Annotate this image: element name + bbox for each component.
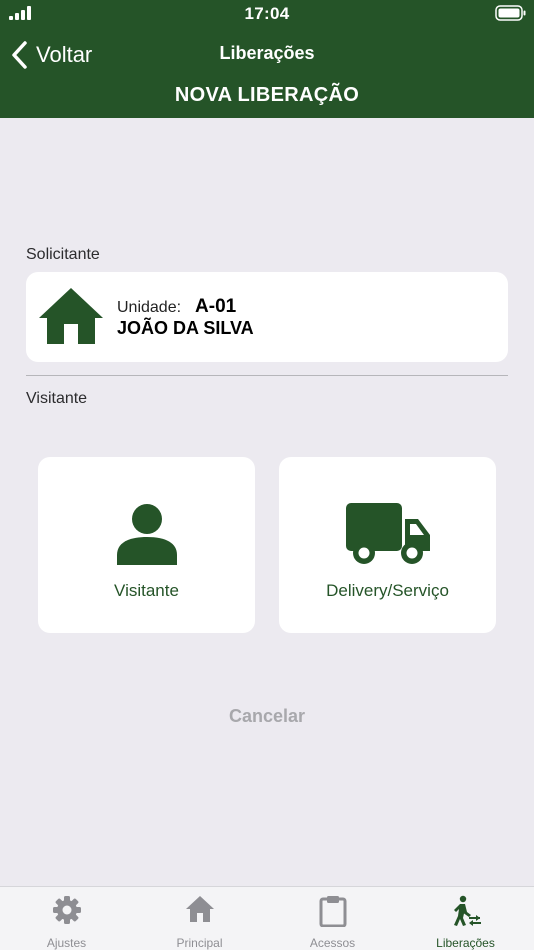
app-header: 17:04 Voltar Liberações NOVA LIBERAÇÃO (0, 0, 534, 118)
walking-person-icon (453, 895, 481, 926)
unit-line: Unidade: A-01 (117, 296, 236, 318)
tab-liberacoes[interactable]: Liberações (399, 887, 532, 950)
tab-ajustes[interactable]: Ajustes (0, 887, 133, 950)
truck-icon (345, 503, 430, 564)
page-title: NOVA LIBERAÇÃO (174, 84, 360, 106)
unit-label: Unidade: (117, 299, 182, 316)
tab-label: Ajustes (46, 936, 87, 950)
tab-label: Acessos (309, 936, 356, 950)
visitor-option-button[interactable]: Visitante (38, 457, 255, 633)
requester-section-label: Solicitante (26, 246, 100, 263)
person-icon (116, 504, 177, 565)
tab-acessos[interactable]: Acessos (266, 887, 399, 950)
tab-label: Liberações (436, 936, 495, 950)
visitor-option-label: Visitante (114, 581, 179, 600)
house-icon (185, 896, 214, 922)
status-time: 17:04 (244, 4, 290, 23)
battery-icon (495, 5, 526, 21)
tab-bar: Ajustes Principal Acessos Liberações (0, 886, 534, 950)
cancel-button[interactable]: Cancelar (200, 706, 334, 727)
tab-label: Principal (176, 936, 223, 950)
resident-name: JOÃO DA SILVA (117, 318, 254, 338)
clipboard-icon (319, 896, 346, 927)
delivery-option-label: Delivery/Serviço (326, 581, 449, 600)
nav-title: Liberações (219, 43, 315, 63)
unit-value: A-01 (195, 296, 237, 317)
requester-card: Unidade: A-01 JOÃO DA SILVA (26, 272, 508, 362)
house-icon (39, 288, 103, 344)
tab-principal[interactable]: Principal (133, 887, 266, 950)
section-divider (26, 375, 508, 376)
delivery-option-button[interactable]: Delivery/Serviço (279, 457, 496, 633)
gear-icon (52, 896, 81, 924)
status-bar: 17:04 (0, 0, 534, 28)
visitor-section-label: Visitante (26, 390, 88, 407)
